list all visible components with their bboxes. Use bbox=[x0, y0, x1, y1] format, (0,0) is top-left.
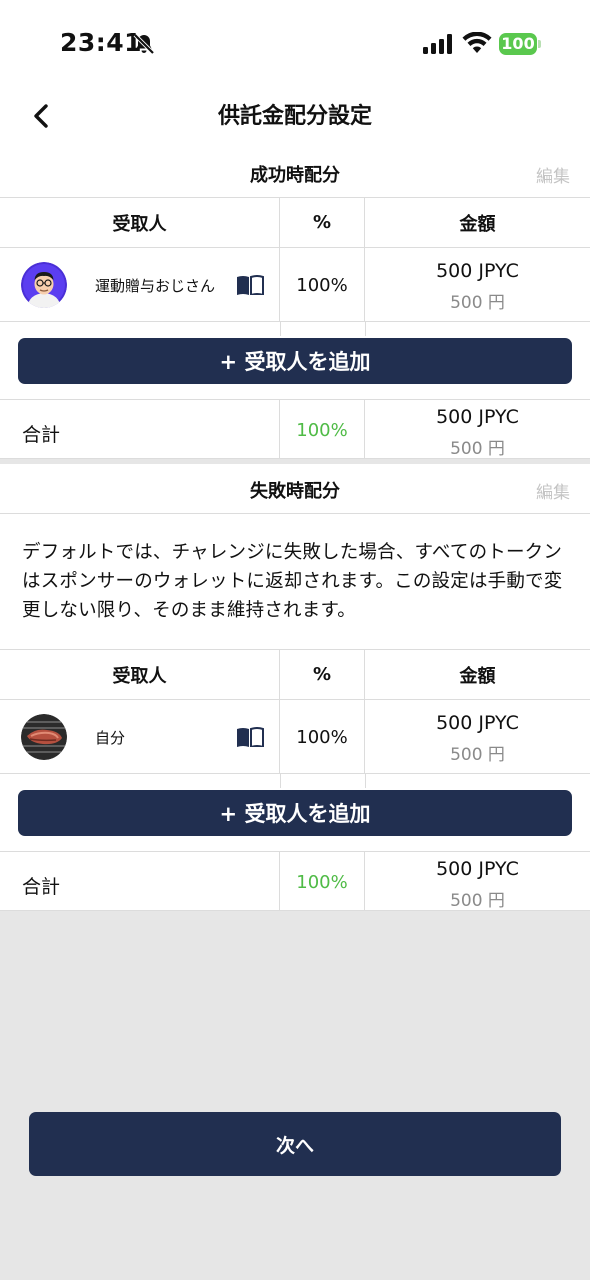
success-recipient-row[interactable]: 運動贈与おじさん 100% 500 JPYC 500 円 bbox=[0, 248, 590, 322]
failure-add-row: + 受取人を追加 bbox=[0, 774, 590, 852]
total-label-cell: 合計 bbox=[0, 852, 280, 910]
success-distribution-card: 成功時配分 編集 受取人 % 金額 運動贈与おじさん 100% 500 JPYC… bbox=[0, 148, 590, 459]
total-percent-cell: 100% bbox=[280, 852, 365, 910]
battery-indicator: 100 bbox=[499, 33, 541, 55]
bell-muted-icon bbox=[133, 33, 155, 55]
failure-description: デフォルトでは、チャレンジに失敗した場合、すべてのトークンはスポンサーのウォレッ… bbox=[0, 514, 590, 650]
recipient-amount-jpyc: 500 JPYC bbox=[436, 260, 519, 282]
total-amount-jpyc: 500 JPYC bbox=[436, 406, 519, 428]
column-header-recipient: 受取人 bbox=[0, 198, 280, 247]
total-amount-jpyc: 500 JPYC bbox=[436, 858, 519, 880]
total-amount-cell: 500 JPYC 500 円 bbox=[365, 400, 590, 459]
failure-distribution-card: 失敗時配分 編集 デフォルトでは、チャレンジに失敗した場合、すべてのトークンはス… bbox=[0, 464, 590, 911]
success-add-row: + 受取人を追加 bbox=[0, 322, 590, 400]
address-book-icon[interactable] bbox=[236, 727, 264, 747]
recipient-name: 運動贈与おじさん bbox=[95, 277, 216, 295]
amount-cell: 500 JPYC 500 円 bbox=[365, 700, 590, 773]
divider bbox=[365, 774, 366, 788]
column-header-recipient: 受取人 bbox=[0, 650, 280, 699]
percent-cell: 100% bbox=[280, 248, 365, 321]
total-percent: 100% bbox=[296, 420, 348, 441]
recipient-cell: 運動贈与おじさん bbox=[0, 248, 280, 321]
next-button[interactable]: 次へ bbox=[29, 1112, 561, 1176]
failure-add-recipient-button[interactable]: + 受取人を追加 bbox=[18, 790, 572, 836]
battery-level: 100 bbox=[499, 33, 537, 55]
total-label: 合計 bbox=[22, 876, 61, 898]
success-section-title: 成功時配分 bbox=[250, 165, 340, 186]
total-label-cell: 合計 bbox=[0, 400, 280, 458]
total-percent-cell: 100% bbox=[280, 400, 365, 458]
total-amount-yen: 500 円 bbox=[450, 891, 505, 911]
cellular-signal-icon bbox=[423, 34, 452, 54]
amount-cell: 500 JPYC 500 円 bbox=[365, 248, 590, 321]
success-table-header: 受取人 % 金額 bbox=[0, 198, 590, 248]
status-bar: 23:41 100 bbox=[0, 0, 590, 88]
recipient-percent: 100% bbox=[296, 275, 348, 296]
total-amount-yen: 500 円 bbox=[450, 439, 505, 459]
status-time: 23:41 bbox=[60, 28, 143, 57]
recipient-percent: 100% bbox=[296, 727, 348, 748]
recipient-amount-jpyc: 500 JPYC bbox=[436, 712, 519, 734]
failure-section-title: 失敗時配分 bbox=[250, 481, 340, 502]
cartoon-man-avatar-icon[interactable] bbox=[21, 262, 67, 308]
failure-card-header: 失敗時配分 編集 bbox=[0, 464, 590, 514]
recipient-name: 自分 bbox=[95, 729, 126, 747]
success-total-row: 合計 100% 500 JPYC 500 円 bbox=[0, 400, 590, 459]
total-label: 合計 bbox=[22, 424, 61, 446]
page-title: 供託金配分設定 bbox=[217, 104, 372, 129]
percent-cell: 100% bbox=[280, 700, 365, 773]
column-header-percent: % bbox=[280, 650, 365, 699]
recipient-amount-yen: 500 円 bbox=[450, 293, 505, 313]
success-card-header: 成功時配分 編集 bbox=[0, 148, 590, 198]
failure-recipient-row[interactable]: 自分 100% 500 JPYC 500 円 bbox=[0, 700, 590, 774]
success-edit-button[interactable]: 編集 bbox=[536, 162, 570, 187]
battery-tip bbox=[538, 40, 541, 48]
divider bbox=[280, 322, 281, 336]
column-header-amount: 金額 bbox=[459, 213, 496, 235]
nav-header: 供託金配分設定 bbox=[0, 88, 590, 144]
failure-edit-button[interactable]: 編集 bbox=[536, 478, 570, 503]
failure-total-row: 合計 100% 500 JPYC 500 円 bbox=[0, 852, 590, 911]
recipient-cell: 自分 bbox=[0, 700, 280, 773]
failure-table-header: 受取人 % 金額 bbox=[0, 650, 590, 700]
address-book-icon[interactable] bbox=[236, 275, 264, 295]
total-amount-cell: 500 JPYC 500 円 bbox=[365, 852, 590, 911]
divider bbox=[280, 774, 281, 788]
total-percent: 100% bbox=[296, 872, 348, 893]
grilled-meat-avatar-icon[interactable] bbox=[21, 714, 67, 760]
column-header-amount: 金額 bbox=[459, 665, 496, 687]
divider bbox=[365, 322, 366, 336]
success-add-recipient-button[interactable]: + 受取人を追加 bbox=[18, 338, 572, 384]
recipient-amount-yen: 500 円 bbox=[450, 745, 505, 765]
column-header-percent: % bbox=[280, 198, 365, 247]
wifi-icon bbox=[462, 32, 492, 53]
